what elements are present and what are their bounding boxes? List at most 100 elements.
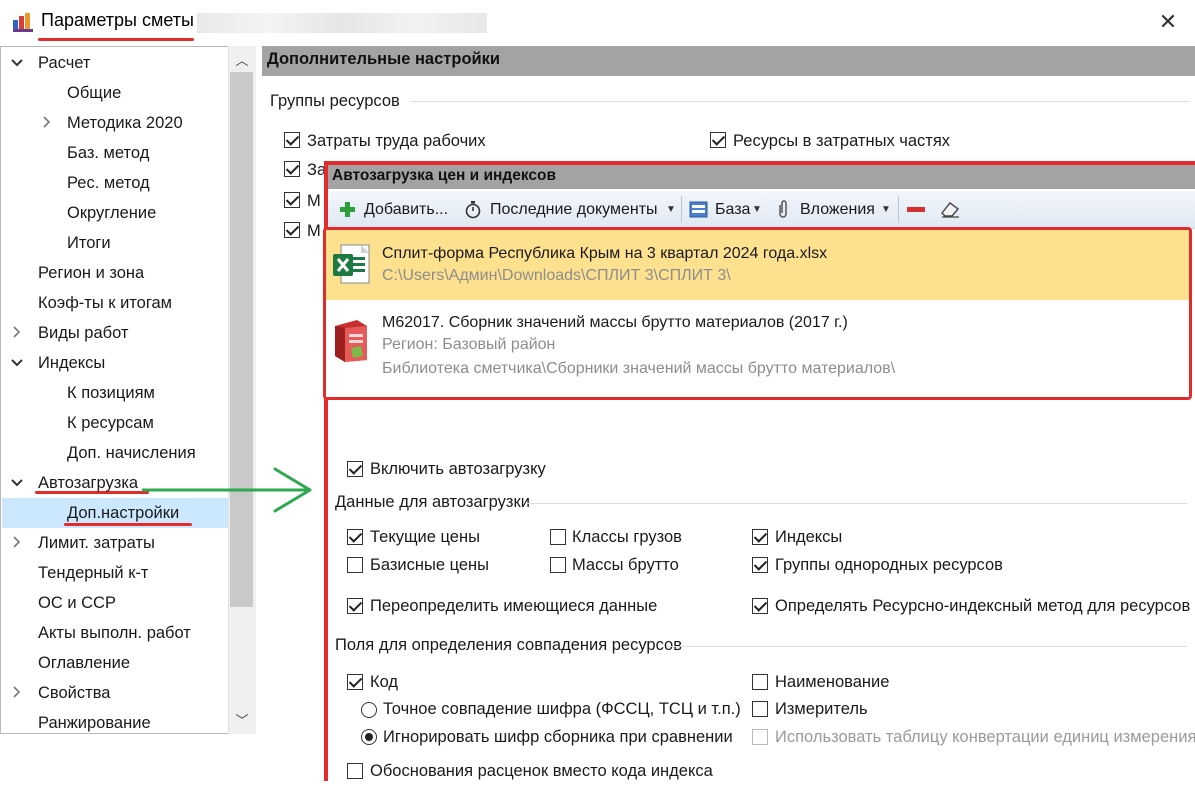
base-button[interactable]: База: [715, 199, 750, 221]
define-resource-index-label: Определять Ресурсно-индексный метод для …: [775, 597, 1191, 615]
chevron-down-icon[interactable]: [10, 48, 24, 78]
tree-item[interactable]: Доп. начисления: [67, 438, 196, 468]
tree-item[interactable]: Автозагрузка: [38, 468, 138, 498]
base-prices-checkbox[interactable]: [347, 557, 363, 573]
partial-label-2: М: [307, 192, 321, 210]
labor-costs-label: Затраты труда рабочих: [307, 132, 486, 150]
code-label: Код: [370, 673, 399, 691]
chevron-right-icon[interactable]: [10, 678, 24, 708]
enable-autoload-checkbox[interactable]: [347, 461, 363, 477]
group-separator: [527, 503, 1187, 504]
eraser-icon[interactable]: [939, 199, 961, 219]
measure-label: Измеритель: [775, 700, 868, 718]
tree-item[interactable]: Коэф-ты к итогам: [38, 288, 172, 318]
tree-item[interactable]: Тендерный к-т: [38, 558, 148, 588]
name-label: Наименование: [775, 673, 890, 691]
attachments-button[interactable]: Вложения: [800, 199, 875, 221]
chevron-down-icon: ▼: [752, 204, 762, 215]
chevron-right-icon[interactable]: [10, 318, 24, 348]
add-icon: [340, 202, 355, 217]
ignore-code-radio[interactable]: [361, 729, 377, 745]
labor-costs-checkbox[interactable]: [284, 132, 300, 148]
remove-icon[interactable]: [907, 207, 925, 212]
tree-item[interactable]: Доп.настройки: [67, 498, 179, 528]
tree-item[interactable]: Ранжирование: [38, 708, 151, 738]
autoload-title: Автозагрузка цен и индексов: [332, 167, 556, 184]
base-prices-label: Базисные цены: [370, 556, 489, 574]
close-button[interactable]: ✕: [1150, 5, 1186, 39]
recent-documents-button[interactable]: Последние документы: [490, 199, 658, 221]
exact-match-radio[interactable]: [361, 702, 377, 718]
ignore-code-label: Игнорировать шифр сборника при сравнении: [383, 728, 733, 746]
define-resource-index-checkbox[interactable]: [752, 598, 768, 614]
partial-checkbox-2[interactable]: [284, 192, 300, 208]
tree-item[interactable]: Итоги: [67, 228, 111, 258]
name-checkbox[interactable]: [752, 674, 768, 690]
tree-item[interactable]: Баз. метод: [67, 138, 149, 168]
homogeneous-groups-checkbox[interactable]: [752, 557, 768, 573]
exact-match-label: Точное совпадение шифра (ФССЦ, ТСЦ и т.п…: [383, 700, 741, 718]
file-2-region: Регион: Базовый район: [382, 336, 556, 353]
add-button[interactable]: Добавить...: [364, 199, 448, 221]
file-1-path: C:\Users\Админ\Downloads\СПЛИТ 3\СПЛИТ 3…: [382, 267, 731, 284]
chevron-down-icon[interactable]: [10, 348, 24, 378]
tree-item[interactable]: Лимит. затраты: [38, 528, 155, 558]
justification-label: Обоснования расценок вместо кода индекса: [370, 762, 713, 780]
tree-item[interactable]: Общие: [67, 78, 121, 108]
justification-checkbox[interactable]: [347, 763, 363, 779]
tree-item[interactable]: ОС и ССР: [38, 588, 116, 618]
partial-label-3: М: [307, 222, 321, 240]
code-checkbox[interactable]: [347, 674, 363, 690]
gross-mass-checkbox[interactable]: [550, 557, 566, 573]
indexes-checkbox[interactable]: [752, 529, 768, 545]
tree-item[interactable]: К ресурсам: [67, 408, 154, 438]
scroll-down-icon[interactable]: ﹀: [233, 710, 251, 730]
tree-item[interactable]: Виды работ: [38, 318, 128, 348]
redefine-existing-checkbox[interactable]: [347, 598, 363, 614]
chevron-down-icon[interactable]: [10, 468, 24, 498]
annotation-underline-title: [38, 38, 194, 41]
toolbar-separator: [898, 196, 899, 222]
scroll-up-icon[interactable]: ︿: [233, 50, 251, 70]
homogeneous-groups-label: Группы однородных ресурсов: [775, 556, 1003, 574]
database-icon: [689, 201, 708, 218]
chevron-right-icon[interactable]: [10, 528, 24, 558]
gross-mass-label: Массы брутто: [572, 556, 679, 574]
tree-scrollbar-thumb[interactable]: [230, 72, 253, 607]
blurred-title-region: [197, 13, 487, 33]
group-separator: [410, 101, 1190, 102]
resources-cost-parts-checkbox[interactable]: [710, 132, 726, 148]
partial-checkbox-3[interactable]: [284, 222, 300, 238]
list-item-selected[interactable]: [326, 230, 1189, 300]
tree-item[interactable]: Свойства: [38, 678, 110, 708]
partial-checkbox-1[interactable]: [284, 161, 300, 177]
tree-item[interactable]: К позициям: [67, 378, 155, 408]
tree-item[interactable]: Индексы: [38, 348, 105, 378]
file-1-title: Сплит-форма Республика Крым на 3 квартал…: [382, 245, 828, 262]
tree-item[interactable]: Оглавление: [38, 648, 130, 678]
tree-item[interactable]: Методика 2020: [67, 108, 183, 138]
book-icon: [335, 320, 367, 362]
group-separator: [667, 646, 1187, 647]
chevron-right-icon[interactable]: [40, 108, 54, 138]
tree-item[interactable]: Акты выполн. работ: [38, 618, 191, 648]
autoload-data-label: Данные для автозагрузки: [335, 493, 530, 511]
resources-cost-parts-label: Ресурсы в затратных частях: [733, 132, 951, 150]
tree-item[interactable]: Рес. метод: [67, 168, 150, 198]
stopwatch-icon: [465, 201, 481, 219]
current-prices-checkbox[interactable]: [347, 529, 363, 545]
cargo-classes-checkbox[interactable]: [550, 529, 566, 545]
excel-file-icon: [333, 244, 370, 284]
chevron-down-icon: ▼: [666, 204, 676, 215]
use-conversion-table-checkbox[interactable]: [752, 729, 768, 745]
file-2-library: Библиотека сметчика\Сборники значений ма…: [382, 360, 896, 377]
chevron-down-icon: ▼: [881, 204, 891, 215]
tree-item[interactable]: Расчет: [38, 48, 90, 78]
use-conversion-table-label: Использовать таблицу конвертации единиц …: [775, 728, 1195, 746]
cargo-classes-label: Классы грузов: [572, 528, 682, 546]
toolbar-separator: [681, 196, 682, 222]
redefine-existing-label: Переопределить имеющиеся данные: [370, 597, 658, 615]
tree-item[interactable]: Регион и зона: [38, 258, 144, 288]
measure-checkbox[interactable]: [752, 701, 768, 717]
tree-item[interactable]: Округление: [67, 198, 156, 228]
